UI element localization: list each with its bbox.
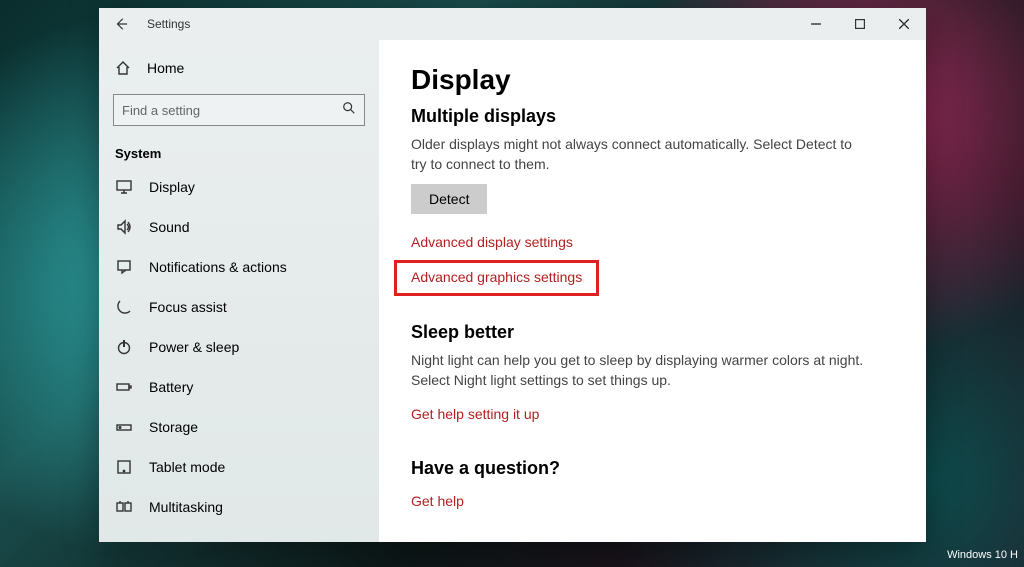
page-title: Display xyxy=(411,64,894,96)
activation-watermark: Windows 10 H xyxy=(947,549,1018,561)
sidebar-item-label: Display xyxy=(149,179,195,195)
maximize-icon xyxy=(855,19,865,29)
home-icon xyxy=(115,60,133,76)
close-button[interactable] xyxy=(882,8,926,40)
window-controls xyxy=(794,8,926,40)
window-title: Settings xyxy=(147,17,190,31)
sidebar-item-storage[interactable]: Storage xyxy=(99,407,379,447)
titlebar: Settings xyxy=(99,8,926,40)
tablet-icon xyxy=(115,459,133,475)
content-area: Display Multiple displays Older displays… xyxy=(379,40,926,542)
sidebar-item-label: Sound xyxy=(149,219,189,235)
battery-icon xyxy=(115,379,133,395)
back-button[interactable] xyxy=(99,8,143,40)
advanced-graphics-settings-link[interactable]: Advanced graphics settings xyxy=(411,269,582,285)
sound-icon xyxy=(115,219,133,235)
sidebar-item-battery[interactable]: Battery xyxy=(99,367,379,407)
section-sleep-better: Sleep better xyxy=(411,322,894,343)
sidebar-item-display[interactable]: Display xyxy=(99,167,379,207)
sidebar-item-label: Notifications & actions xyxy=(149,259,287,275)
multiple-displays-desc: Older displays might not always connect … xyxy=(411,135,871,174)
sidebar-item-label: Focus assist xyxy=(149,299,227,315)
sidebar-item-label: Battery xyxy=(149,379,193,395)
section-multiple-displays: Multiple displays xyxy=(411,106,894,127)
power-icon xyxy=(115,339,133,355)
focus-assist-icon xyxy=(115,299,133,315)
detect-button[interactable]: Detect xyxy=(411,184,487,214)
sidebar-item-sound[interactable]: Sound xyxy=(99,207,379,247)
home-link[interactable]: Home xyxy=(99,52,379,84)
storage-icon xyxy=(115,419,133,435)
get-help-link[interactable]: Get help xyxy=(411,493,464,509)
display-icon xyxy=(115,179,133,195)
minimize-button[interactable] xyxy=(794,8,838,40)
sidebar-item-label: Tablet mode xyxy=(149,459,225,475)
home-label: Home xyxy=(147,60,184,76)
maximize-button[interactable] xyxy=(838,8,882,40)
sidebar-item-power-sleep[interactable]: Power & sleep xyxy=(99,327,379,367)
sidebar-item-notifications[interactable]: Notifications & actions xyxy=(99,247,379,287)
sleep-better-desc: Night light can help you get to sleep by… xyxy=(411,351,894,390)
sidebar-item-focus-assist[interactable]: Focus assist xyxy=(99,287,379,327)
minimize-icon xyxy=(811,19,821,29)
sidebar-item-multitasking[interactable]: Multitasking xyxy=(99,487,379,527)
annotation-highlight: Advanced graphics settings xyxy=(394,260,599,296)
back-arrow-icon xyxy=(114,17,128,31)
advanced-display-settings-link[interactable]: Advanced display settings xyxy=(411,234,573,250)
notifications-icon xyxy=(115,259,133,275)
sidebar-item-label: Power & sleep xyxy=(149,339,239,355)
sleep-help-link[interactable]: Get help setting it up xyxy=(411,406,539,422)
window-body: Home System Display Sound Notifications … xyxy=(99,40,926,542)
search-icon xyxy=(342,101,356,120)
search-input[interactable] xyxy=(122,103,342,118)
search-box[interactable] xyxy=(113,94,365,126)
sidebar-item-label: Storage xyxy=(149,419,198,435)
close-icon xyxy=(899,19,909,29)
multitasking-icon xyxy=(115,499,133,515)
sidebar-item-label: Multitasking xyxy=(149,499,223,515)
sidebar-item-tablet-mode[interactable]: Tablet mode xyxy=(99,447,379,487)
category-label: System xyxy=(99,136,379,167)
section-have-question: Have a question? xyxy=(411,458,894,479)
sidebar: Home System Display Sound Notifications … xyxy=(99,40,379,542)
settings-window: Settings Home System Display Sou xyxy=(99,8,926,542)
